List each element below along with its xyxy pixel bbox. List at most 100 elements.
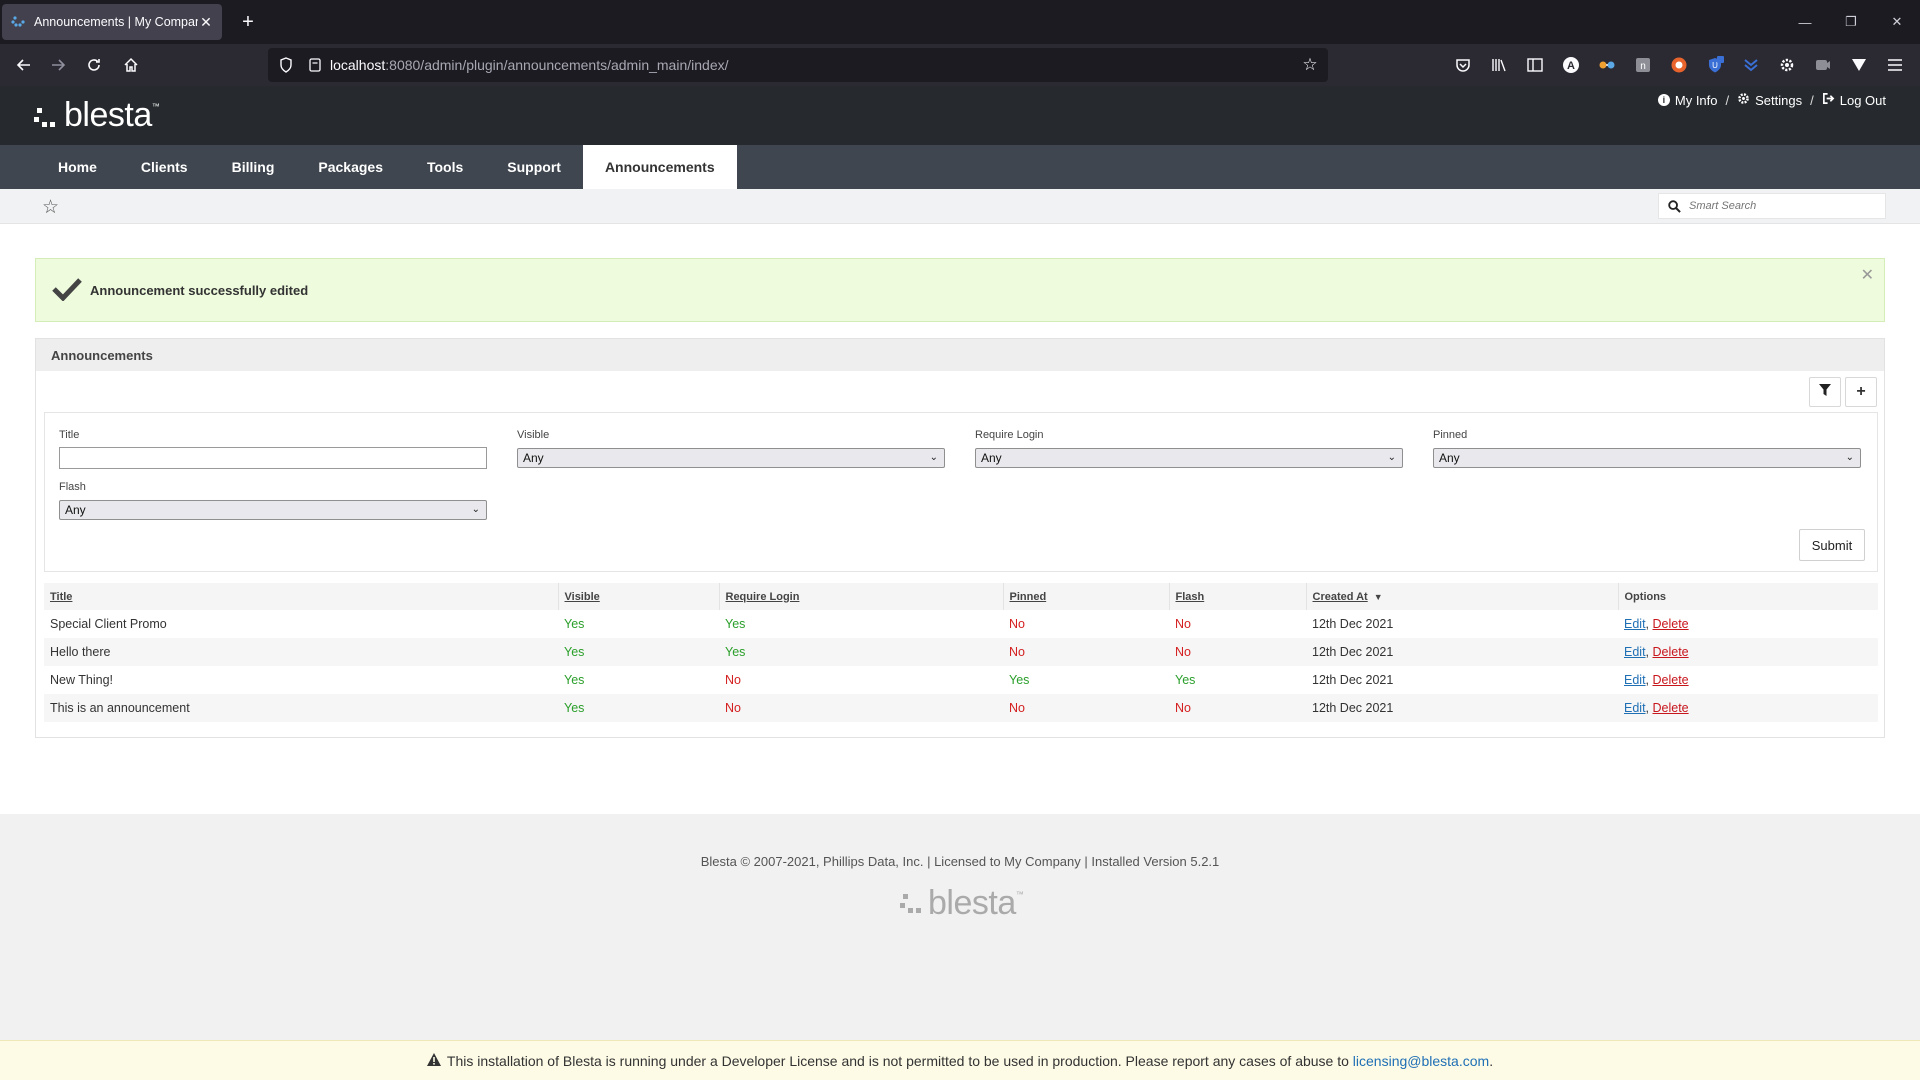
col-visible[interactable]: Visible: [558, 583, 720, 610]
pocket-icon[interactable]: [1453, 55, 1473, 75]
search-input[interactable]: [1689, 200, 1879, 212]
edit-link[interactable]: Edit: [1624, 701, 1646, 715]
title-filter-input[interactable]: [59, 447, 487, 469]
cell-flash: Yes: [1175, 673, 1196, 687]
url-text: localhost:8080/admin/plugin/announcement…: [326, 57, 1292, 73]
header-separator: /: [1725, 92, 1730, 108]
vivaldi-v-icon[interactable]: [1849, 55, 1869, 75]
col-title[interactable]: Title: [44, 583, 559, 610]
edit-link[interactable]: Edit: [1624, 673, 1646, 687]
account-a-icon[interactable]: A: [1561, 55, 1581, 75]
new-tab-icon[interactable]: +: [234, 8, 262, 36]
cell-visible: Yes: [558, 694, 719, 722]
require-login-select-value: Any: [981, 451, 1002, 465]
delete-link[interactable]: Delete: [1653, 617, 1689, 631]
col-flash[interactable]: Flash: [1169, 583, 1307, 610]
table-header-row: Title Visible Require Login Pinned Flash…: [44, 583, 1878, 610]
my-info-link[interactable]: i My Info: [1657, 93, 1718, 108]
visible-select-value: Any: [523, 451, 544, 465]
library-icon[interactable]: [1489, 55, 1509, 75]
cell-title: This is an announcement: [44, 694, 558, 722]
pinned-filter-select[interactable]: Any ⌄: [1433, 448, 1861, 468]
restore-window-icon[interactable]: ❐: [1828, 0, 1874, 44]
gear-extension-icon[interactable]: [1777, 55, 1797, 75]
favorite-star-icon[interactable]: ☆: [42, 196, 59, 219]
visible-filter-select[interactable]: Any ⌄: [517, 448, 945, 468]
blesta-logo-dots-icon: [34, 104, 62, 128]
minimize-window-icon[interactable]: —: [1782, 0, 1828, 44]
licensing-email-link[interactable]: licensing@blesta.com: [1353, 1053, 1489, 1069]
cell-title: Hello there: [44, 638, 558, 666]
back-icon[interactable]: [10, 51, 38, 79]
nav-announcements[interactable]: Announcements: [582, 145, 737, 189]
success-alert: Announcement successfully edited ✕: [35, 258, 1885, 322]
cell-require-login: Yes: [719, 638, 1003, 666]
edit-link[interactable]: Edit: [1624, 617, 1646, 631]
log-out-label: Log Out: [1839, 92, 1886, 108]
add-announcement-button[interactable]: +: [1845, 377, 1877, 407]
tracking-shield-icon[interactable]: [268, 57, 304, 73]
page-info-icon[interactable]: [304, 58, 326, 72]
chevrons-extension-icon[interactable]: [1741, 55, 1761, 75]
tab-title: Announcements | My Company: [34, 15, 198, 29]
col-visible-label: Visible: [564, 590, 600, 603]
footer-logo-trademark: ™: [1015, 890, 1024, 899]
search-icon[interactable]: [1659, 199, 1689, 213]
ublock-icon[interactable]: U: [1705, 55, 1725, 75]
browser-tab[interactable]: Announcements | My Company ✕: [2, 4, 222, 40]
delete-link[interactable]: Delete: [1653, 645, 1689, 659]
pinned-filter-label: Pinned: [1433, 429, 1468, 441]
nav-tools[interactable]: Tools: [405, 145, 485, 189]
reload-icon[interactable]: [80, 51, 108, 79]
announcements-panel: Announcements + Title Visible Any ⌄ Requ…: [35, 338, 1885, 738]
require-login-filter-select[interactable]: Any ⌄: [975, 448, 1403, 468]
cell-options: Edit, Delete: [1624, 673, 1689, 687]
sidebar-icon[interactable]: [1525, 55, 1545, 75]
video-extension-icon[interactable]: [1813, 55, 1833, 75]
announcements-table: Title Visible Require Login Pinned Flash…: [44, 583, 1878, 722]
col-created-at-label: Created At: [1312, 590, 1368, 603]
close-window-icon[interactable]: ✕: [1874, 0, 1920, 44]
grey-square-extension-icon[interactable]: n: [1633, 55, 1653, 75]
nav-packages[interactable]: Packages: [296, 145, 405, 189]
flash-filter-select[interactable]: Any ⌄: [59, 500, 487, 520]
nav-clients[interactable]: Clients: [119, 145, 210, 189]
chevron-down-icon: ⌄: [471, 504, 480, 515]
col-pinned[interactable]: Pinned: [1003, 583, 1170, 610]
app-header: blesta ™ i My Info / Settings / Log Out: [0, 86, 1920, 145]
cell-created-at: 12th Dec 2021: [1312, 617, 1394, 631]
nav-home[interactable]: Home: [36, 145, 119, 189]
submit-button[interactable]: Submit: [1799, 529, 1865, 561]
address-bar[interactable]: localhost:8080/admin/plugin/announcement…: [268, 48, 1328, 82]
col-require-login[interactable]: Require Login: [719, 583, 1004, 610]
require-login-filter-label: Require Login: [975, 429, 1044, 441]
close-alert-icon[interactable]: ✕: [1861, 265, 1874, 285]
close-tab-icon[interactable]: ✕: [198, 14, 214, 31]
cell-flash: No: [1175, 617, 1191, 631]
nav-billing[interactable]: Billing: [210, 145, 297, 189]
cell-title: Special Client Promo: [50, 617, 167, 631]
nav-support[interactable]: Support: [485, 145, 583, 189]
browser-tabstrip: Announcements | My Company ✕ + — ❐ ✕: [0, 0, 1920, 44]
glasses-extension-icon[interactable]: [1597, 55, 1617, 75]
sign-out-icon: [1822, 92, 1835, 108]
log-out-link[interactable]: Log Out: [1822, 92, 1886, 108]
duckduckgo-icon[interactable]: [1669, 55, 1689, 75]
filter-button[interactable]: [1809, 377, 1841, 407]
cell-pinned: No: [1003, 638, 1169, 666]
home-icon[interactable]: [117, 51, 145, 79]
blesta-logo[interactable]: blesta ™: [34, 96, 160, 135]
col-created-at[interactable]: Created At ▼: [1306, 583, 1619, 610]
delete-link[interactable]: Delete: [1653, 701, 1689, 715]
cell-require-login: Yes: [725, 617, 746, 631]
delete-link[interactable]: Delete: [1653, 673, 1689, 687]
cell-pinned: Yes: [1009, 673, 1030, 687]
forward-icon[interactable]: [44, 51, 72, 79]
sub-toolbar: ☆: [0, 189, 1920, 224]
settings-link[interactable]: Settings: [1737, 92, 1802, 108]
cell-created-at: 12th Dec 2021: [1306, 638, 1618, 666]
bookmark-star-icon[interactable]: ☆: [1292, 55, 1328, 75]
table-row: Hello there Yes Yes No No 12th Dec 2021 …: [44, 638, 1878, 666]
menu-hamburger-icon[interactable]: [1885, 55, 1905, 75]
edit-link[interactable]: Edit: [1624, 645, 1646, 659]
